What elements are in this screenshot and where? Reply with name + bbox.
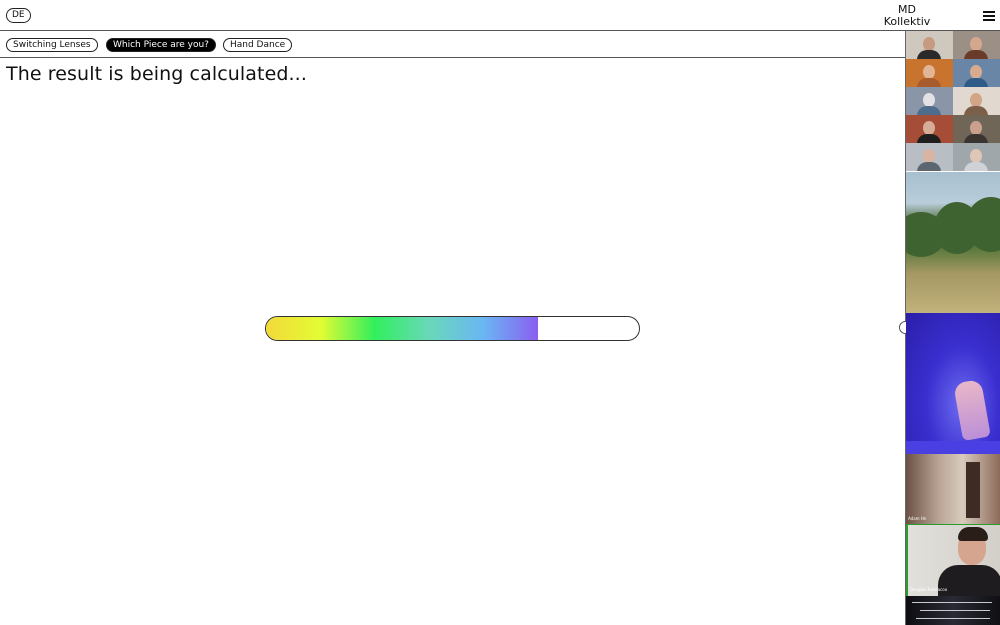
progress-bar-fill [266,317,539,340]
video-participant-label: Adam Hn [908,516,927,521]
brand-line-2: Kollektiv [883,15,931,28]
tabs-bar: Switching Lenses Which Piece are you? Ha… [0,31,906,58]
participant-video-tile[interactable] [906,31,953,59]
tab-switching-lenses[interactable]: Switching Lenses [6,38,98,52]
participant-video-tile[interactable] [906,59,953,87]
participant-video-tile[interactable] [906,115,953,143]
tab-which-piece-are-you[interactable]: Which Piece are you? [106,38,216,52]
page-title: The result is being calculated... [6,63,307,85]
participant-video-tile[interactable] [953,31,1000,59]
progress-bar [265,316,640,341]
participant-video-tile[interactable] [953,59,1000,87]
brand-logo[interactable]: MD Kollektiv [872,4,942,28]
active-speaker-video[interactable]: Douglas Kahnacoo [906,524,1000,596]
participant-video-tile[interactable] [953,143,1000,171]
participant-video-tile[interactable] [906,87,953,115]
top-bar: DE MD Kollektiv [0,0,1000,31]
dance-performance-video[interactable] [906,313,1000,454]
room-video[interactable]: Adam Hn [906,454,1000,524]
participant-video-tile[interactable] [906,143,953,171]
participant-video-grid [906,31,1000,172]
hamburger-icon[interactable] [983,11,995,21]
video-sidebar: Adam Hn Douglas Kahnacoo [906,31,1000,625]
tab-hand-dance[interactable]: Hand Dance [223,38,293,52]
video-participant-label: Douglas Kahnacoo [910,587,948,592]
dark-stage-video[interactable] [906,596,1000,625]
language-toggle-button[interactable]: DE [6,8,31,23]
landscape-video[interactable] [906,172,1000,313]
participant-video-tile[interactable] [953,115,1000,143]
participant-video-tile[interactable] [953,87,1000,115]
